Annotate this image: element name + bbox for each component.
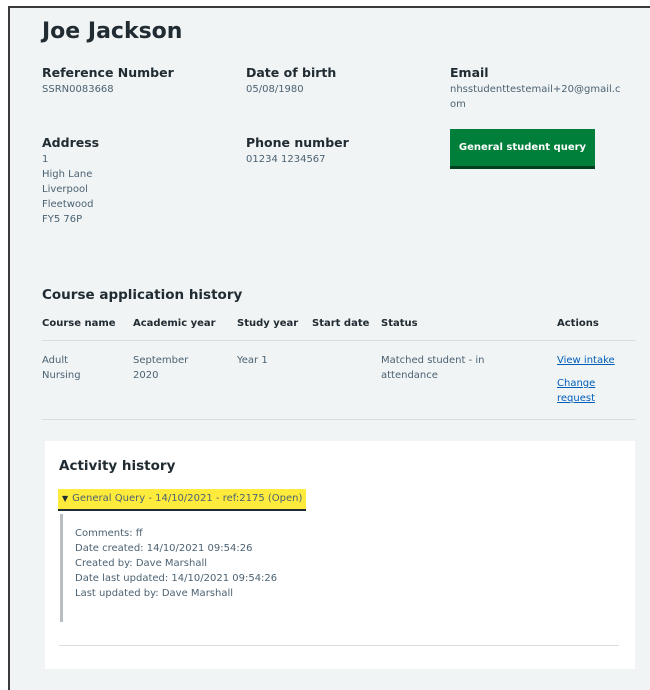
address-line-3: Liverpool xyxy=(42,184,88,195)
col-header-status: Status xyxy=(381,318,418,329)
cell-course-name-line-1: Adult xyxy=(42,355,69,366)
phone-number-value: 01234 1234567 xyxy=(246,154,326,165)
table-row-divider xyxy=(42,419,636,420)
detail-created-by: Created by: Dave Marshall xyxy=(75,558,208,569)
activity-summary-text: General Query - 14/10/2021 - ref:2175 (O… xyxy=(72,493,303,504)
student-name: Joe Jackson xyxy=(42,19,183,44)
triangle-down-icon: ▼ xyxy=(62,494,69,503)
email-value-line-1: nhsstudenttestemail+20@gmail.c xyxy=(450,84,621,95)
address-line-1: 1 xyxy=(42,154,49,165)
email-label: Email xyxy=(450,65,489,80)
detail-date-last-updated: Date last updated: 14/10/2021 09:54:26 xyxy=(75,573,278,584)
activity-summary-toggle[interactable]: ▼ General Query - 14/10/2021 - ref:2175 (… xyxy=(58,489,307,511)
col-header-start-date: Start date xyxy=(312,318,370,329)
address-line-4: Fleetwood xyxy=(42,199,94,210)
detail-comments: Comments: ff xyxy=(75,528,143,539)
col-header-study-year: Study year xyxy=(237,318,299,329)
general-student-query-button[interactable]: General student query xyxy=(450,129,595,166)
change-request-link-line-1[interactable]: Change xyxy=(557,377,595,391)
address-line-2: High Lane xyxy=(42,169,93,180)
detail-last-updated-by: Last updated by: Dave Marshall xyxy=(75,588,234,599)
reference-number-value: SSRN0083668 xyxy=(42,84,114,95)
detail-date-created: Date created: 14/10/2021 09:54:26 xyxy=(75,543,253,554)
phone-number-label: Phone number xyxy=(246,135,349,150)
col-header-academic-year: Academic year xyxy=(133,318,216,329)
date-of-birth-value: 05/08/1980 xyxy=(246,84,304,95)
col-header-actions: Actions xyxy=(557,318,599,329)
col-header-course-name: Course name xyxy=(42,318,116,329)
email-value-line-2: om xyxy=(450,99,466,110)
address-line-5: FY5 76P xyxy=(42,214,83,225)
view-intake-link[interactable]: View intake xyxy=(557,354,615,368)
activity-history-heading: Activity history xyxy=(59,458,176,474)
details-left-border xyxy=(60,514,63,622)
reference-number-label: Reference Number xyxy=(42,65,174,80)
course-history-heading: Course application history xyxy=(42,287,243,303)
cell-academic-year-line-2: 2020 xyxy=(133,370,159,381)
date-of-birth-label: Date of birth xyxy=(246,65,337,80)
card-bottom-divider xyxy=(59,645,619,646)
cell-study-year: Year 1 xyxy=(237,355,268,366)
table-header-divider xyxy=(42,340,636,341)
cell-status-line-2: attendance xyxy=(381,370,438,381)
change-request-link-line-2[interactable]: request xyxy=(557,392,595,406)
cell-status-line-1: Matched student - in xyxy=(381,355,485,366)
address-label: Address xyxy=(42,135,100,150)
cell-academic-year-line-1: September xyxy=(133,355,189,366)
cell-course-name-line-2: Nursing xyxy=(42,370,81,381)
